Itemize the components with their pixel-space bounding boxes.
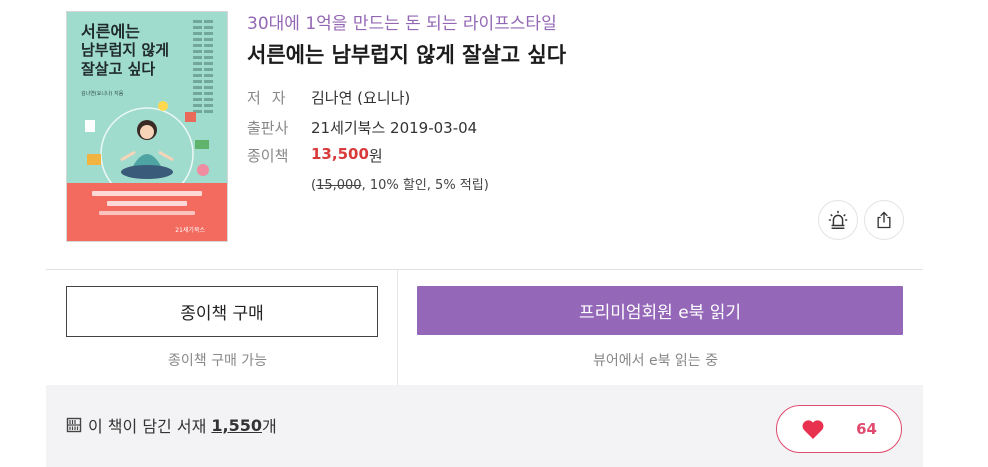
meta-author-row: 저자 김나연 (요니나): [247, 87, 410, 108]
share-icon: [877, 211, 891, 229]
cover-title-line: 잘살고 싶다: [81, 60, 156, 78]
share-button[interactable]: [864, 200, 904, 240]
price-unit: 원: [368, 147, 383, 165]
publisher-label: 출판사: [247, 119, 289, 137]
heart-icon: [802, 420, 824, 439]
ebook-read-note: 뷰어에서 e북 읽는 중: [593, 353, 719, 369]
paper-book-buy-button[interactable]: 종이책 구매: [66, 286, 378, 337]
price-value: 13,500: [311, 145, 369, 163]
paper-buy-note: 종이책 구매 가능: [168, 353, 268, 369]
series-link[interactable]: 30대에 1억을 만드는 돈 되는 라이프스타일: [247, 9, 557, 34]
cover-publisher: 21세기북스: [175, 227, 205, 234]
author-value[interactable]: 김나연 (요니나): [311, 87, 410, 108]
cover-title-line: 남부럽지 않게: [81, 41, 170, 59]
meta-publisher-row: 출판사 21세기북스 2019-03-04: [247, 117, 477, 138]
shelf-bar: 이 책이 담긴 서재 1,550 개 64: [46, 385, 923, 467]
alert-button[interactable]: [818, 200, 858, 240]
cover-title: 서른에는 남부럽지 않게 잘살고 싶다: [81, 22, 181, 79]
shelf-count[interactable]: 1,550: [211, 416, 262, 435]
shelf-prefix: 이 책이 담긴 서재: [88, 417, 207, 436]
original-price: 15,000: [316, 178, 362, 193]
bookshelf-icon: [66, 417, 82, 433]
alarm-light-icon: [828, 210, 848, 229]
divider-top: [46, 269, 923, 270]
premium-ebook-read-button[interactable]: 프리미엄회원 e북 읽기: [417, 286, 903, 335]
meta-price-row: 종이책 13,500 원: [247, 145, 383, 166]
author-label: 저자: [247, 89, 297, 107]
paper-label: 종이책: [247, 147, 289, 165]
discount-rest: , 10% 할인, 5% 적립): [361, 178, 489, 193]
divider-vertical: [397, 270, 398, 385]
shelf-suffix: 개: [262, 417, 277, 436]
book-cover[interactable]: 서른에는 남부럽지 않게 잘살고 싶다 김나연(요니나) 지음 21세기북스: [66, 11, 228, 242]
like-count: 64: [856, 420, 877, 438]
cover-band: 21세기북스: [67, 183, 227, 241]
cover-title-line: 서른에는: [81, 22, 140, 41]
book-title: 서른에는 남부럽지 않게 잘살고 싶다: [247, 43, 567, 67]
shelf-info[interactable]: 이 책이 담긴 서재 1,550 개: [66, 413, 277, 437]
discount-info: (15,000, 10% 할인, 5% 적립): [311, 174, 489, 193]
publisher-value: 21세기북스 2019-03-04: [311, 119, 478, 137]
like-button[interactable]: 64: [776, 405, 902, 453]
cover-illustration: [85, 101, 209, 192]
